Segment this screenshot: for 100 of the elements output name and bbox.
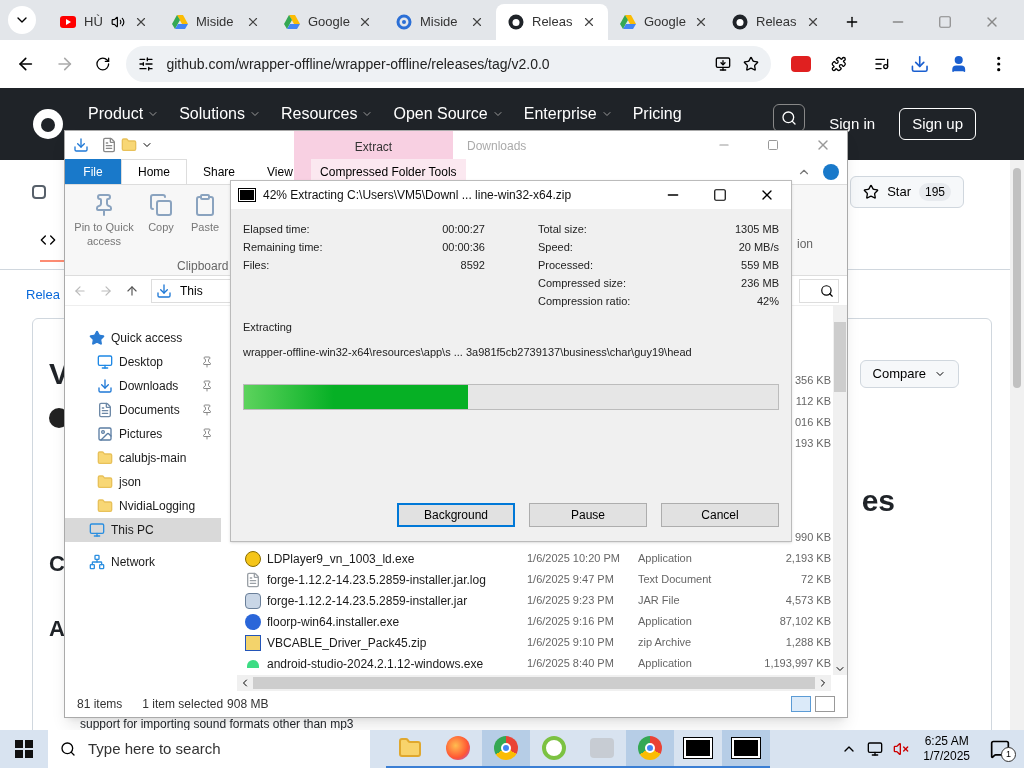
taskbar-app[interactable] xyxy=(722,730,770,768)
ribbon-button[interactable]: Paste xyxy=(187,193,223,249)
file-type: Text Document xyxy=(638,572,713,588)
item-count: 81 items xyxy=(77,696,123,713)
file-row[interactable]: VBCABLE_Driver_Pack45.zip 1/6/2025 9:10 PM zip Archive 1,288 KB xyxy=(237,632,831,653)
page-scrollbar[interactable] xyxy=(1010,160,1024,730)
browser-tab[interactable]: Releas xyxy=(720,4,832,40)
stat-label: Files: xyxy=(243,258,270,273)
nav-link[interactable]: Product xyxy=(88,104,160,124)
up-icon[interactable] xyxy=(125,283,139,298)
file-row[interactable]: android-studio-2024.2.1.12-windows.exe 1/6/2025 8:40 PM Application 1,193,997 KB xyxy=(237,653,831,674)
releases-link[interactable]: Relea xyxy=(26,287,60,302)
nav-item[interactable]: Network xyxy=(89,553,213,571)
new-tab-icon[interactable] xyxy=(844,14,860,30)
browser-tab[interactable]: Google xyxy=(608,4,720,40)
compare-button[interactable]: Compare xyxy=(859,359,959,388)
nav-item[interactable]: calubjs-main xyxy=(97,449,213,467)
star-button[interactable]: Star 195 xyxy=(850,176,964,208)
archiver-icon xyxy=(684,738,712,758)
tiles-view-icon[interactable] xyxy=(815,696,835,712)
close-icon[interactable] xyxy=(582,15,596,29)
network-icon[interactable] xyxy=(867,741,884,757)
browser-tab[interactable]: Miside xyxy=(160,4,272,40)
download-icon[interactable] xyxy=(73,137,89,153)
properties-icon[interactable] xyxy=(101,137,117,153)
ribbon-label: ion xyxy=(797,236,813,253)
ribbon-tab[interactable]: Home xyxy=(121,159,187,184)
file-row[interactable]: forge-1.12.2-14.23.5.2859-installer.jar 1/6/2025 9:23 PM JAR File 4,573 KB xyxy=(237,590,831,611)
ribbon-button[interactable]: Copy xyxy=(143,193,179,249)
ribbon-tab[interactable]: File xyxy=(65,159,121,184)
nav-link[interactable]: Solutions xyxy=(179,104,261,124)
file-size: 990 KB xyxy=(794,530,831,546)
file-name: forge-1.12.2-14.23.5.2859-installer.jar xyxy=(267,592,468,610)
sign-up-button[interactable]: Sign up xyxy=(899,108,976,140)
search-field[interactable] xyxy=(799,278,839,303)
scroll-thumb[interactable] xyxy=(834,322,846,392)
sign-in-link[interactable]: Sign in xyxy=(829,112,876,136)
stat-value: 42% xyxy=(756,294,779,309)
nav-link[interactable]: Resources xyxy=(280,104,374,124)
nav-link[interactable]: Enterprise xyxy=(523,104,613,124)
extension-icon[interactable] xyxy=(791,56,811,72)
ribbon-tab[interactable]: View xyxy=(251,159,309,184)
nav-item[interactable]: json xyxy=(97,473,213,491)
notification-icon xyxy=(990,739,1010,759)
close-icon[interactable] xyxy=(246,15,260,29)
bookmark-icon[interactable] xyxy=(743,56,760,72)
notification-button[interactable]: 1 xyxy=(984,730,1016,768)
folder-icon xyxy=(97,450,113,466)
nav-item[interactable]: Quick access xyxy=(89,329,213,347)
ribbon-tab[interactable]: Share xyxy=(187,159,252,184)
nav-item[interactable]: Documents xyxy=(97,401,201,419)
horizontal-scrollbar[interactable] xyxy=(237,675,831,691)
muted-speaker-icon[interactable] xyxy=(893,741,910,757)
extensions-icon[interactable] xyxy=(830,56,847,72)
address-bar[interactable]: github.com/wrapper-offline/wrapper-offline/releases/tag/v2.0.0 xyxy=(126,46,772,82)
scroll-thumb[interactable] xyxy=(1013,168,1021,388)
download-icon[interactable] xyxy=(909,54,930,74)
file-row[interactable]: forge-1.12.2-14.23.5.2859-installer.jar.log 1/6/2025 9:47 PM Text Document 72 KB xyxy=(237,569,831,590)
section-heading: A xyxy=(49,615,65,643)
file-date: 1/6/2025 10:20 PM xyxy=(527,551,621,567)
install-icon[interactable] xyxy=(715,56,732,72)
browser-tab[interactable]: Releas xyxy=(496,4,608,40)
file-row[interactable]: LDPlayer9_vn_1003_ld.exe 1/6/2025 10:20 PM Application 2,193 KB xyxy=(237,548,831,569)
nav-item[interactable]: Pictures xyxy=(97,425,201,443)
close-icon[interactable] xyxy=(358,15,372,29)
close-icon[interactable] xyxy=(806,15,820,29)
nav-item[interactable]: Downloads xyxy=(97,377,201,395)
browser-tab[interactable]: Google xyxy=(272,4,384,40)
app-icon xyxy=(245,613,261,630)
stat-label: Remaining time: xyxy=(243,240,323,255)
close-icon[interactable] xyxy=(134,15,148,29)
dialog-button[interactable]: Cancel xyxy=(661,503,779,527)
site-settings-icon[interactable] xyxy=(138,56,155,72)
nav-item[interactable]: Desktop xyxy=(97,353,201,371)
dialog-button[interactable]: Background xyxy=(397,503,515,527)
dialog-button[interactable]: Pause xyxy=(529,503,647,527)
details-view-icon[interactable] xyxy=(791,696,811,712)
code-icon[interactable] xyxy=(40,232,56,248)
media-icon[interactable] xyxy=(874,56,890,72)
nav-link[interactable]: Open Source xyxy=(393,104,504,124)
clock-date[interactable]: 1/7/2025 xyxy=(923,749,970,764)
reload-icon[interactable] xyxy=(94,56,111,72)
nav-item[interactable]: NvidiaLogging xyxy=(97,497,213,515)
file-name: LDPlayer9_vn_1003_ld.exe xyxy=(267,550,415,568)
selection-info: 1 item selected xyxy=(142,696,224,713)
browser-tab[interactable]: Miside xyxy=(384,4,496,40)
close-icon[interactable] xyxy=(694,15,708,29)
close-icon[interactable] xyxy=(470,15,484,29)
search-field[interactable]: Type here to search xyxy=(48,730,370,768)
scroll-thumb[interactable] xyxy=(253,677,815,689)
nav-link[interactable]: Pricing xyxy=(632,104,682,124)
star-icon xyxy=(89,330,105,346)
tab-list-button[interactable] xyxy=(8,6,36,34)
vertical-scrollbar[interactable] xyxy=(833,306,847,675)
clock-time[interactable]: 6:25 AM xyxy=(924,734,969,749)
file-row[interactable]: floorp-win64.installer.exe 1/6/2025 9:16 PM Application 87,102 KB xyxy=(237,611,831,632)
help-icon[interactable] xyxy=(823,163,839,180)
browser-tab[interactable]: HÙ xyxy=(48,4,160,40)
maximize-icon[interactable] xyxy=(713,188,727,202)
ribbon-button[interactable]: Pin to Quick access xyxy=(73,193,135,249)
